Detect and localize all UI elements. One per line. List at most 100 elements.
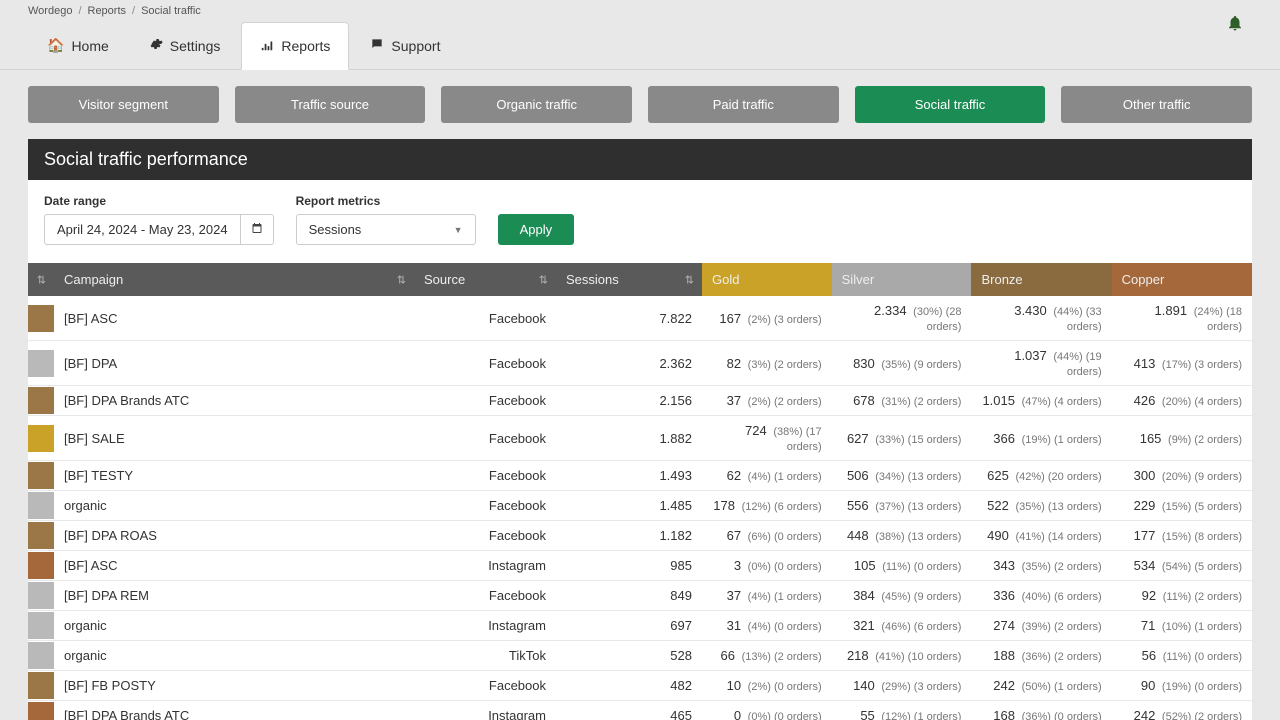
col-silver[interactable]: Silver bbox=[832, 263, 972, 296]
cell-bronze: 336 (40%) (6 orders) bbox=[971, 581, 1111, 611]
cell-source: Facebook bbox=[414, 416, 556, 461]
breadcrumb-root[interactable]: Wordego bbox=[28, 5, 72, 17]
nav-settings[interactable]: Settings bbox=[130, 22, 240, 69]
calendar-button[interactable] bbox=[241, 214, 274, 245]
cell-source: Facebook bbox=[414, 581, 556, 611]
table-row[interactable]: [BF] SALEFacebook1.882724 (38%) (17 orde… bbox=[28, 416, 1252, 461]
cell-silver: 2.334 (30%) (28 orders) bbox=[832, 296, 972, 341]
cell-source: Facebook bbox=[414, 671, 556, 701]
table-row[interactable]: [BF] DPA Brands ATCFacebook2.15637 (2%) … bbox=[28, 386, 1252, 416]
cell-bronze: 625 (42%) (20 orders) bbox=[971, 461, 1111, 491]
cell-source: Facebook bbox=[414, 521, 556, 551]
col-copper[interactable]: Copper bbox=[1112, 263, 1252, 296]
cell-bronze: 522 (35%) (13 orders) bbox=[971, 491, 1111, 521]
cell-silver: 105 (11%) (0 orders) bbox=[832, 551, 972, 581]
table-row[interactable]: [BF] FB POSTYFacebook48210 (2%) (0 order… bbox=[28, 671, 1252, 701]
cell-sessions: 2.156 bbox=[556, 386, 702, 416]
table-row[interactable]: [BF] DPA REMFacebook84937 (4%) (1 orders… bbox=[28, 581, 1252, 611]
table-row[interactable]: [BF] DPA ROASFacebook1.18267 (6%) (0 ord… bbox=[28, 521, 1252, 551]
row-bar bbox=[28, 581, 54, 611]
metrics-label: Report metrics bbox=[296, 194, 476, 208]
cell-sessions: 697 bbox=[556, 611, 702, 641]
cell-source: Facebook bbox=[414, 461, 556, 491]
cell-gold: 67 (6%) (0 orders) bbox=[702, 521, 832, 551]
seg-tab-other-traffic[interactable]: Other traffic bbox=[1061, 86, 1252, 123]
cell-bronze: 366 (19%) (1 orders) bbox=[971, 416, 1111, 461]
table-row[interactable]: organicInstagram69731 (4%) (0 orders)321… bbox=[28, 611, 1252, 641]
row-bar bbox=[28, 341, 54, 386]
col-source[interactable]: Source⇅ bbox=[414, 263, 556, 296]
table-row[interactable]: [BF] ASCInstagram9853 (0%) (0 orders)105… bbox=[28, 551, 1252, 581]
cell-silver: 448 (38%) (13 orders) bbox=[832, 521, 972, 551]
col-sessions[interactable]: Sessions⇅ bbox=[556, 263, 702, 296]
cell-gold: 724 (38%) (17 orders) bbox=[702, 416, 832, 461]
cell-copper: 1.891 (24%) (18 orders) bbox=[1112, 296, 1252, 341]
cell-sessions: 528 bbox=[556, 641, 702, 671]
seg-tab-traffic-source[interactable]: Traffic source bbox=[235, 86, 426, 123]
cell-campaign: organic bbox=[54, 641, 414, 671]
cell-source: Instagram bbox=[414, 611, 556, 641]
cell-bronze: 3.430 (44%) (33 orders) bbox=[971, 296, 1111, 341]
col-campaign[interactable]: Campaign⇅ bbox=[54, 263, 414, 296]
table-row[interactable]: organicFacebook1.485178 (12%) (6 orders)… bbox=[28, 491, 1252, 521]
cell-sessions: 7.822 bbox=[556, 296, 702, 341]
nav-home[interactable]: 🏠 Home bbox=[28, 22, 128, 69]
cell-campaign: organic bbox=[54, 611, 414, 641]
cell-copper: 426 (20%) (4 orders) bbox=[1112, 386, 1252, 416]
row-bar bbox=[28, 551, 54, 581]
col-bar[interactable]: ⇅ bbox=[28, 263, 54, 296]
table-row[interactable]: organicTikTok52866 (13%) (2 orders)218 (… bbox=[28, 641, 1252, 671]
cell-sessions: 482 bbox=[556, 671, 702, 701]
cell-copper: 92 (11%) (2 orders) bbox=[1112, 581, 1252, 611]
cell-gold: 3 (0%) (0 orders) bbox=[702, 551, 832, 581]
date-range-input[interactable]: April 24, 2024 - May 23, 2024 bbox=[44, 214, 241, 245]
cell-sessions: 2.362 bbox=[556, 341, 702, 386]
cell-campaign: [BF] DPA bbox=[54, 341, 414, 386]
seg-tab-organic-traffic[interactable]: Organic traffic bbox=[441, 86, 632, 123]
seg-tab-social-traffic[interactable]: Social traffic bbox=[855, 86, 1046, 123]
breadcrumb-reports[interactable]: Reports bbox=[88, 5, 127, 17]
cell-silver: 321 (46%) (6 orders) bbox=[832, 611, 972, 641]
col-gold[interactable]: Gold bbox=[702, 263, 832, 296]
cell-gold: 178 (12%) (6 orders) bbox=[702, 491, 832, 521]
table-row[interactable]: [BF] TESTYFacebook1.49362 (4%) (1 orders… bbox=[28, 461, 1252, 491]
controls: Date range April 24, 2024 - May 23, 2024… bbox=[28, 180, 1252, 263]
row-bar bbox=[28, 701, 54, 720]
report-panel: Social traffic performance Date range Ap… bbox=[28, 139, 1252, 720]
table-row[interactable]: [BF] DPAFacebook2.36282 (3%) (2 orders)8… bbox=[28, 341, 1252, 386]
cell-campaign: organic bbox=[54, 491, 414, 521]
cell-silver: 678 (31%) (2 orders) bbox=[832, 386, 972, 416]
row-bar bbox=[28, 641, 54, 671]
cell-copper: 56 (11%) (0 orders) bbox=[1112, 641, 1252, 671]
cell-silver: 830 (35%) (9 orders) bbox=[832, 341, 972, 386]
nav-reports[interactable]: Reports bbox=[241, 22, 349, 70]
cell-source: Instagram bbox=[414, 701, 556, 720]
nav-support[interactable]: Support bbox=[351, 22, 459, 69]
metrics-select[interactable]: Sessions ▼ bbox=[296, 214, 476, 245]
cell-bronze: 168 (36%) (0 orders) bbox=[971, 701, 1111, 720]
row-bar bbox=[28, 461, 54, 491]
nav-reports-label: Reports bbox=[281, 38, 330, 54]
seg-tab-visitor-segment[interactable]: Visitor segment bbox=[28, 86, 219, 123]
cell-source: TikTok bbox=[414, 641, 556, 671]
panel-title: Social traffic performance bbox=[28, 139, 1252, 180]
seg-tab-paid-traffic[interactable]: Paid traffic bbox=[648, 86, 839, 123]
nav-settings-label: Settings bbox=[170, 38, 221, 54]
cell-gold: 66 (13%) (2 orders) bbox=[702, 641, 832, 671]
nav-home-label: Home bbox=[71, 38, 108, 54]
table-row[interactable]: [BF] ASCFacebook7.822167 (2%) (3 orders)… bbox=[28, 296, 1252, 341]
col-bronze[interactable]: Bronze bbox=[971, 263, 1111, 296]
row-bar bbox=[28, 296, 54, 341]
cell-copper: 413 (17%) (3 orders) bbox=[1112, 341, 1252, 386]
cell-bronze: 188 (36%) (2 orders) bbox=[971, 641, 1111, 671]
cell-silver: 384 (45%) (9 orders) bbox=[832, 581, 972, 611]
breadcrumb: Wordego / Reports / Social traffic bbox=[0, 0, 1280, 22]
cell-gold: 82 (3%) (2 orders) bbox=[702, 341, 832, 386]
cell-copper: 242 (52%) (2 orders) bbox=[1112, 701, 1252, 720]
notifications-icon[interactable] bbox=[1226, 14, 1244, 37]
cell-gold: 31 (4%) (0 orders) bbox=[702, 611, 832, 641]
cell-campaign: [BF] DPA ROAS bbox=[54, 521, 414, 551]
apply-button[interactable]: Apply bbox=[498, 214, 575, 245]
cell-silver: 218 (41%) (10 orders) bbox=[832, 641, 972, 671]
table-row[interactable]: [BF] DPA Brands ATCInstagram4650 (0%) (0… bbox=[28, 701, 1252, 720]
